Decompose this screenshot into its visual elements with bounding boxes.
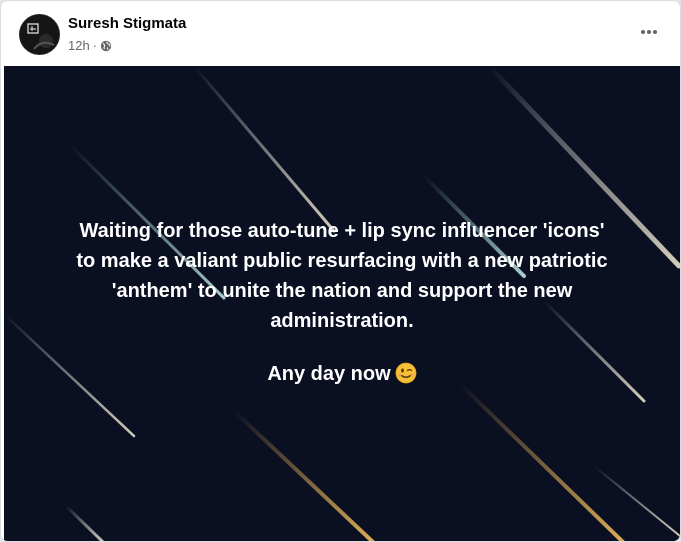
author-name[interactable]: Suresh Stigmata: [68, 15, 186, 32]
meta-separator: ·: [92, 38, 98, 53]
more-horizontal-icon: [641, 30, 657, 34]
post-message-line: to make a valiant public resurfacing wit…: [76, 250, 608, 272]
post-message-line: 'anthem' to unite the nation and support…: [111, 280, 573, 302]
globe-icon[interactable]: [100, 40, 112, 52]
post-closing-text: Any day now: [267, 363, 391, 385]
post-message-line: administration.: [270, 310, 414, 332]
post-meta: 12h ·: [68, 38, 112, 53]
more-options-button[interactable]: [636, 19, 662, 45]
avatar[interactable]: [19, 14, 60, 55]
post-background[interactable]: Waiting for those auto-tune + lip sync i…: [4, 66, 680, 541]
post-card: Suresh Stigmata 12h · Waiting for those …: [0, 0, 681, 542]
post-time[interactable]: 12h: [68, 38, 90, 53]
post-message: Waiting for those auto-tune + lip sync i…: [4, 216, 680, 336]
post-header: Suresh Stigmata 12h ·: [1, 1, 680, 65]
post-closing-line: Any day now: [4, 359, 680, 389]
winking-face-emoji: [395, 362, 417, 384]
post-message-line: Waiting for those auto-tune + lip sync i…: [79, 220, 605, 242]
